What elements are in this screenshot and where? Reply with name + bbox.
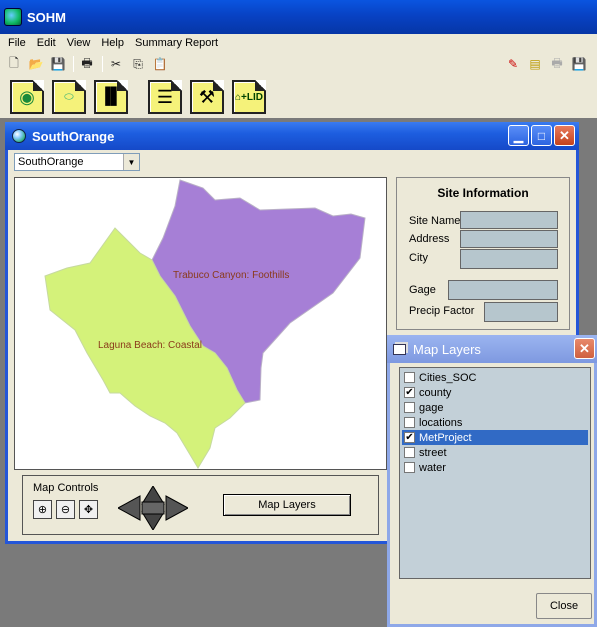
menu-file[interactable]: File bbox=[8, 37, 26, 49]
layer-item-street[interactable]: street bbox=[402, 445, 588, 460]
app-globe-icon bbox=[4, 8, 22, 26]
app-title: SOHM bbox=[27, 9, 66, 25]
lid-button[interactable]: ⌂+LID bbox=[232, 80, 266, 114]
region-dropdown-value: SouthOrange bbox=[18, 156, 84, 168]
new-file-icon[interactable]: 🗋 bbox=[6, 56, 22, 72]
layer-label: Cities_SOC bbox=[419, 371, 477, 384]
cut-icon[interactable]: ✂ bbox=[108, 56, 124, 72]
standard-toolbar: 🗋 📂 💾 🖶 ✂ ⎘ 📋 ✎ ▤ 🖶 💾 bbox=[0, 52, 597, 76]
gage-icon: ⬭ bbox=[64, 90, 74, 103]
edit-pencil-icon[interactable]: ✎ bbox=[505, 56, 521, 72]
site-name-label: Site Name bbox=[409, 215, 461, 227]
layer-checkbox[interactable]: ✔ bbox=[404, 387, 415, 398]
close-icon[interactable]: ✕ bbox=[574, 338, 595, 359]
toolbar-right-group: ✎ ▤ 🖶 💾 bbox=[505, 56, 593, 72]
map-view[interactable]: Trabuco Canyon: Foothills Laguna Beach: … bbox=[14, 177, 387, 470]
notes-icon[interactable]: ▤ bbox=[527, 56, 543, 72]
map-layers-button[interactable]: Map Layers bbox=[223, 494, 351, 516]
copy-icon[interactable]: ⎘ bbox=[130, 56, 146, 72]
arrow-left-icon[interactable] bbox=[118, 495, 141, 521]
menu-help[interactable]: Help bbox=[101, 37, 124, 49]
site-info-heading: Site Information bbox=[437, 186, 529, 200]
layer-item-gage[interactable]: gage bbox=[402, 400, 588, 415]
gage-button[interactable]: ⬭ bbox=[52, 80, 86, 114]
layer-label: gage bbox=[419, 401, 444, 414]
map-layers-title: Map Layers bbox=[413, 341, 481, 357]
save-disabled-icon: 💾 bbox=[571, 57, 587, 71]
address-field[interactable] bbox=[460, 230, 558, 248]
region-dropdown[interactable]: SouthOrange ▼ bbox=[14, 153, 140, 171]
close-button[interactable]: Close bbox=[536, 593, 592, 619]
toolbar-separator bbox=[73, 56, 74, 72]
map-canvas[interactable] bbox=[15, 178, 386, 469]
layer-label: MetProject bbox=[419, 431, 472, 444]
gage-field[interactable] bbox=[448, 280, 558, 300]
child-title-bar: SouthOrange ▁ □ ✕ bbox=[5, 122, 579, 150]
map-layers-window: Map Layers ✕ Cities_SOC ✔ county gage lo… bbox=[387, 335, 597, 627]
window-globe-icon bbox=[12, 129, 26, 143]
layer-checkbox[interactable] bbox=[404, 372, 415, 383]
globe-map-button[interactable]: ◉ bbox=[10, 80, 44, 114]
tools-toolbar: ◉ ⬭ ▐▌ ☰ ⚒ ⌂+LID bbox=[0, 76, 597, 118]
city-field[interactable] bbox=[460, 249, 558, 269]
region-label-foothills: Trabuco Canyon: Foothills bbox=[173, 270, 290, 281]
open-folder-icon[interactable]: 📂 bbox=[28, 56, 44, 72]
zoom-in-icon[interactable]: ⊕ bbox=[33, 500, 52, 519]
chart-button[interactable]: ▐▌ bbox=[94, 80, 128, 114]
layer-label: county bbox=[419, 386, 452, 399]
layer-checkbox[interactable] bbox=[404, 447, 415, 458]
toolbar-separator bbox=[102, 56, 103, 72]
save-icon[interactable]: 💾 bbox=[50, 56, 66, 72]
lid-icon: ⌂+LID bbox=[235, 91, 263, 103]
layer-label: street bbox=[419, 446, 447, 459]
menu-bar: File Edit View Help Summary Report bbox=[0, 34, 597, 52]
layer-item-metproject[interactable]: ✔ MetProject bbox=[402, 430, 588, 445]
print-disabled-icon: 🖶 bbox=[551, 55, 563, 70]
site-information-panel: Site Information Site Name Address City … bbox=[396, 177, 570, 330]
map-controls-legend: Map Controls bbox=[33, 482, 99, 494]
layer-checkbox[interactable] bbox=[404, 402, 415, 413]
menu-view[interactable]: View bbox=[67, 37, 91, 49]
chevron-down-icon[interactable]: ▼ bbox=[123, 154, 139, 170]
menu-edit[interactable]: Edit bbox=[37, 37, 56, 49]
minimize-button[interactable]: ▁ bbox=[508, 125, 529, 146]
arrow-down-icon[interactable] bbox=[141, 511, 165, 530]
city-label: City bbox=[409, 252, 428, 264]
child-window-title: SouthOrange bbox=[32, 128, 115, 144]
navigation-arrows[interactable] bbox=[118, 486, 188, 530]
layer-label: locations bbox=[419, 416, 463, 429]
layer-checkbox[interactable]: ✔ bbox=[404, 432, 415, 443]
zoom-out-icon[interactable]: ⊖ bbox=[56, 500, 75, 519]
layer-label: water bbox=[419, 461, 446, 474]
site-name-field[interactable] bbox=[460, 211, 558, 229]
layer-item-county[interactable]: ✔ county bbox=[402, 385, 588, 400]
arrow-up-icon[interactable] bbox=[141, 486, 165, 505]
close-window-button[interactable]: ✕ bbox=[554, 125, 575, 146]
region-label-coastal: Laguna Beach: Coastal bbox=[98, 340, 202, 351]
layer-item-cities-soc[interactable]: Cities_SOC bbox=[402, 370, 588, 385]
gage-label: Gage bbox=[409, 284, 436, 296]
layer-item-locations[interactable]: locations bbox=[402, 415, 588, 430]
maximize-button[interactable]: □ bbox=[531, 125, 552, 146]
window-icon bbox=[393, 343, 406, 355]
print-icon[interactable]: 🖶 bbox=[79, 56, 95, 72]
address-label: Address bbox=[409, 233, 450, 245]
tools-button[interactable]: ⚒ bbox=[190, 80, 224, 114]
precip-factor-field[interactable] bbox=[484, 302, 558, 322]
layer-item-water[interactable]: water bbox=[402, 460, 588, 475]
map-layers-title-bar: Map Layers ✕ bbox=[387, 335, 597, 363]
pan-icon[interactable]: ✥ bbox=[79, 500, 98, 519]
precip-factor-label: Precip Factor bbox=[409, 305, 475, 317]
layer-checkbox[interactable] bbox=[404, 417, 415, 428]
map-controls-group: Map Controls ⊕ ⊖ ✥ Map Layers bbox=[22, 475, 379, 535]
layers-list[interactable]: Cities_SOC ✔ county gage locations ✔ Met… bbox=[399, 367, 591, 579]
app-title-bar: SOHM bbox=[0, 0, 597, 34]
layer-checkbox[interactable] bbox=[404, 462, 415, 473]
menu-summary-report[interactable]: Summary Report bbox=[135, 37, 218, 49]
paste-icon[interactable]: 📋 bbox=[152, 56, 168, 72]
arrow-right-icon[interactable] bbox=[165, 495, 188, 521]
report-button[interactable]: ☰ bbox=[148, 80, 182, 114]
